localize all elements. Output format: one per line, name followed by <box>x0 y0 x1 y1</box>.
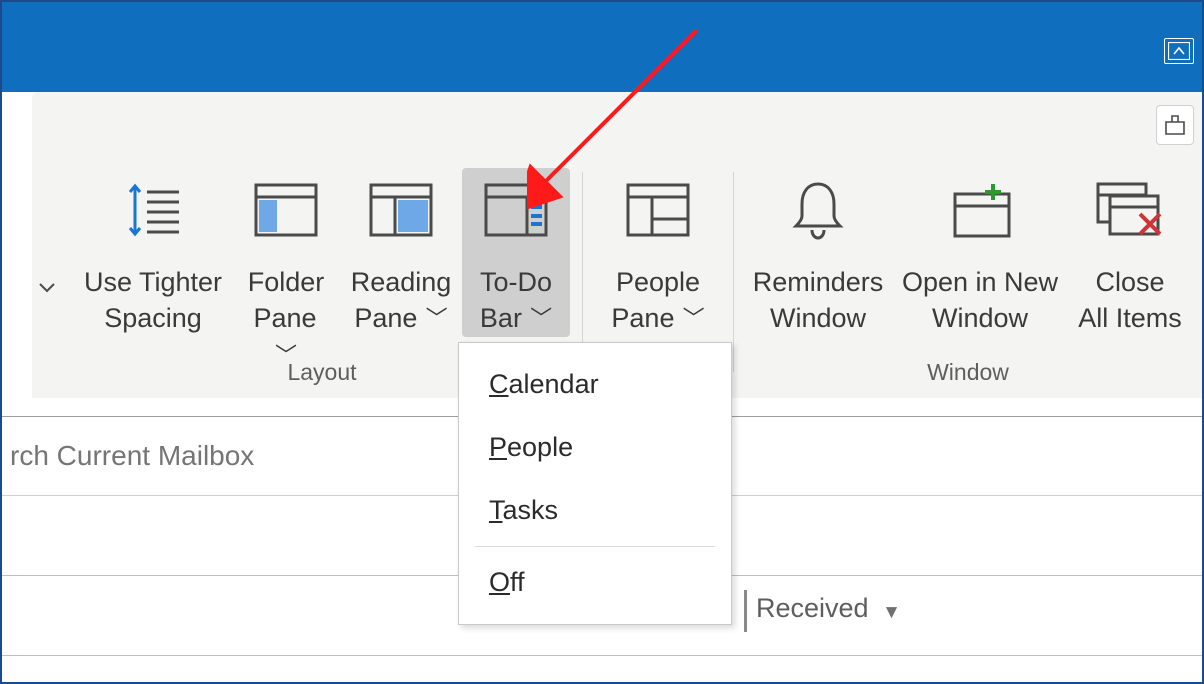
menu-item-off[interactable]: Off <box>459 551 731 614</box>
label: Bar <box>480 303 522 333</box>
menu-item-tasks[interactable]: Tasks <box>459 479 731 542</box>
close-all-items-button[interactable]: Close All Items <box>1067 168 1193 337</box>
caret-down-icon: ▼ <box>882 602 901 623</box>
chevron-down-icon: ﹀ <box>419 306 447 331</box>
label: Reminders <box>753 267 884 297</box>
title-bar <box>2 2 1202 92</box>
sort-by-received[interactable]: Received ▼ <box>756 593 901 624</box>
todo-bar-icon <box>480 174 552 246</box>
chevron-down-icon: ﹀ <box>524 306 552 331</box>
menu-divider <box>475 546 715 547</box>
label: Window <box>770 303 866 333</box>
label: Use Tighter <box>84 267 222 297</box>
label: People <box>616 267 700 297</box>
open-new-window-icon <box>944 174 1016 246</box>
menu-item-people[interactable]: People <box>459 416 731 479</box>
people-pane-icon <box>622 174 694 246</box>
bell-icon <box>782 174 854 246</box>
label: Reading <box>351 267 452 297</box>
label: Pane <box>253 303 316 333</box>
label: Close <box>1095 267 1164 297</box>
label: Pane <box>354 303 417 333</box>
addins-button[interactable] <box>1156 105 1194 145</box>
todo-bar-menu: Calendar People Tasks Off <box>458 342 732 625</box>
tighter-spacing-icon <box>117 174 189 246</box>
todo-bar-button[interactable]: To-Do Bar ﹀ <box>462 168 570 337</box>
group-window: Reminders Window <box>734 154 1202 394</box>
reading-pane-icon <box>365 174 437 246</box>
label: Spacing <box>104 303 202 333</box>
label: All Items <box>1078 303 1182 333</box>
group-label: Window <box>734 359 1202 386</box>
label: Received <box>756 593 869 623</box>
label: Folder <box>248 267 325 297</box>
label: Open in New <box>902 267 1058 297</box>
open-new-window-button[interactable]: Open in New Window <box>893 168 1067 337</box>
column-divider <box>744 590 747 632</box>
menu-item-calendar[interactable]: Calendar <box>459 353 731 416</box>
close-all-icon <box>1094 174 1166 246</box>
label: Window <box>932 303 1028 333</box>
chevron-down-icon <box>38 282 56 294</box>
folder-pane-button[interactable]: Folder Pane ﹀ <box>232 168 340 373</box>
label: To-Do <box>480 267 552 297</box>
app-frame: Use Tighter Spacing <box>0 0 1204 684</box>
use-tighter-spacing-button[interactable]: Use Tighter Spacing <box>74 168 232 337</box>
people-pane-button[interactable]: People Pane ﹀ <box>593 168 723 337</box>
label: Pane <box>611 303 674 333</box>
reading-pane-button[interactable]: Reading Pane ﹀ <box>340 168 462 337</box>
chevron-down-icon: ﹀ <box>676 306 704 331</box>
previous-split-dropdown[interactable] <box>32 154 62 294</box>
folder-pane-icon <box>250 174 322 246</box>
collapse-ribbon-button[interactable] <box>1164 38 1194 64</box>
reminders-window-button[interactable]: Reminders Window <box>743 168 893 337</box>
